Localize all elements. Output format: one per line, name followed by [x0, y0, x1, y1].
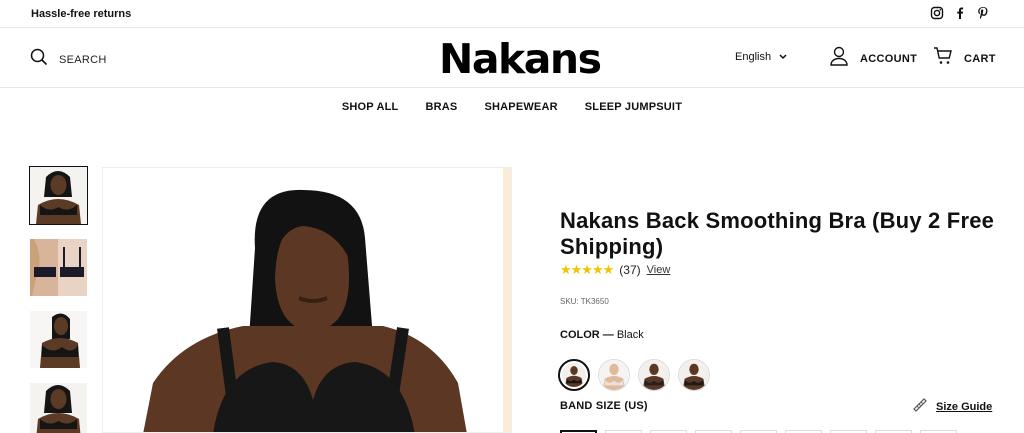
color-swatch[interactable]	[678, 359, 710, 391]
ruler-icon	[912, 397, 928, 416]
color-selector-label: COLOR — Black	[560, 329, 644, 341]
search-button[interactable]: SEARCH	[30, 48, 107, 71]
social-links	[930, 6, 990, 20]
main-product-image[interactable]	[102, 167, 512, 433]
promo-text: Hassle-free returns	[31, 8, 132, 20]
color-swatches	[558, 359, 710, 391]
color-value: Black	[616, 329, 644, 341]
size-guide-label: Size Guide	[936, 400, 993, 413]
search-label: SEARCH	[59, 53, 107, 66]
nav-item-shop-all[interactable]: SHOP ALL	[342, 101, 399, 113]
product-thumbnail[interactable]	[30, 383, 87, 433]
site-header: SEARCH Nakans English ACCOUNT CART	[0, 28, 1024, 88]
star-rating-icon: ★★★★★	[560, 262, 614, 277]
nav-item-shapewear[interactable]: SHAPEWEAR	[484, 101, 557, 113]
chevron-down-icon	[779, 51, 787, 63]
product-thumbnail[interactable]	[30, 311, 87, 368]
instagram-icon[interactable]	[930, 6, 944, 20]
product-thumbnail[interactable]	[30, 239, 87, 296]
band-size-label: BAND SIZE (US)	[560, 400, 648, 412]
pinterest-icon[interactable]	[976, 6, 990, 20]
facebook-icon[interactable]	[953, 6, 967, 20]
main-navigation: SHOP ALL BRAS SHAPEWEAR SLEEP JUMPSUIT	[0, 97, 1024, 115]
site-logo[interactable]: Nakans	[439, 35, 602, 83]
product-thumbnail[interactable]	[29, 166, 88, 225]
color-label: COLOR —	[560, 329, 614, 341]
nav-item-bras[interactable]: BRAS	[425, 101, 457, 113]
nav-item-sleep-jumpsuit[interactable]: SLEEP JUMPSUIT	[585, 101, 682, 113]
language-value: English	[735, 51, 772, 63]
user-icon	[829, 46, 849, 71]
color-swatch[interactable]	[598, 359, 630, 391]
size-guide-link[interactable]: Size Guide	[912, 397, 992, 416]
language-selector[interactable]: English	[735, 51, 787, 63]
account-label: ACCOUNT	[860, 52, 918, 65]
review-count: (37)	[619, 263, 641, 277]
announcement-bar: Hassle-free returns	[0, 0, 1024, 28]
account-button[interactable]: ACCOUNT	[829, 46, 917, 71]
color-swatch[interactable]	[638, 359, 670, 391]
product-rating: ★★★★★ (37) View	[560, 262, 1000, 278]
cart-button[interactable]: CART	[933, 46, 996, 71]
product-title: Nakans Back Smoothing Bra (Buy 2 Free Sh…	[560, 208, 995, 259]
view-reviews-link[interactable]: View	[647, 264, 671, 276]
cart-icon	[933, 46, 953, 71]
product-sku: SKU: TK3650	[560, 297, 609, 306]
product-info: Nakans Back Smoothing Bra (Buy 2 Free Sh…	[560, 208, 1000, 278]
color-swatch[interactable]	[558, 359, 590, 391]
cart-label: CART	[964, 52, 996, 65]
search-icon	[30, 48, 48, 71]
